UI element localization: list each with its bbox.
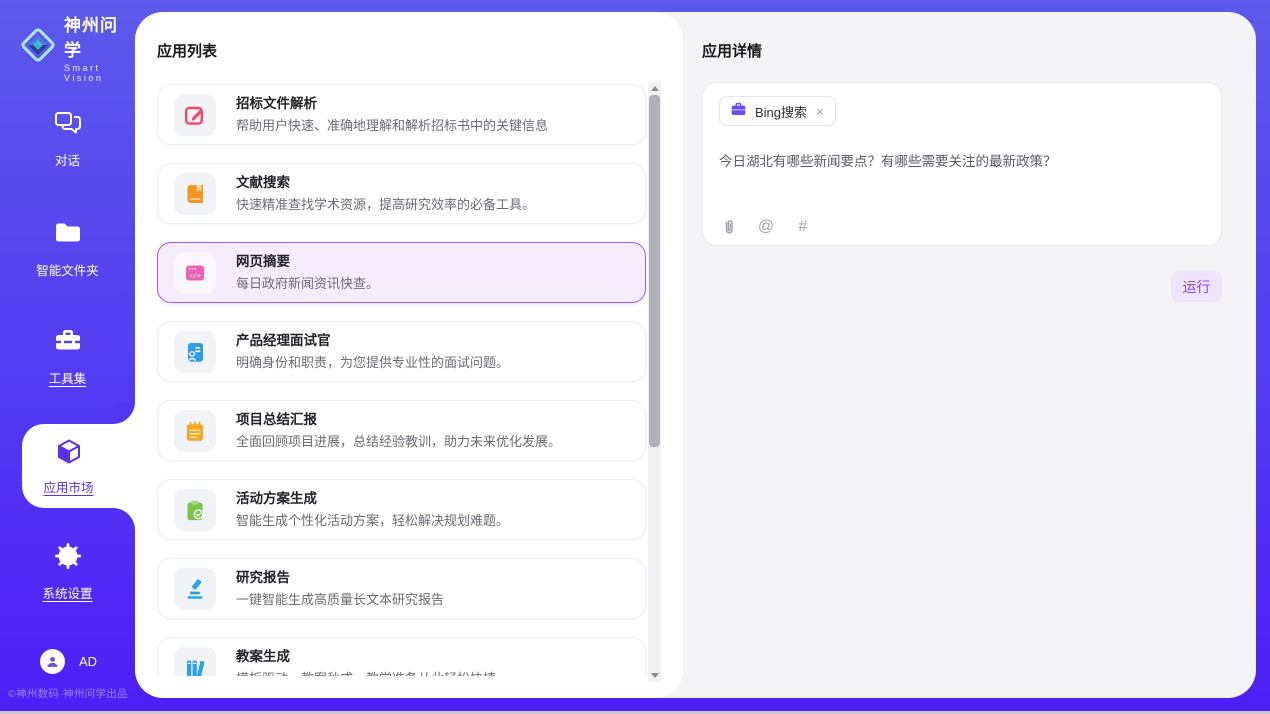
triangle-down-icon [651,673,659,678]
app-list-title: 应用列表 [157,40,217,61]
sidebar: 神州问学 Smart Vision 对话 智能文件夹 [0,0,135,714]
edit-square-icon [174,94,216,136]
app-card-list: 招标文件解析 帮助用户快速、准确地理解和解析招标书中的关键信息 文献搜索 [157,84,646,676]
sidebar-item-app-market[interactable]: 应用市场 [22,424,135,508]
app-detail-title: 应用详情 [702,40,762,61]
brand-logo: 神州问学 Smart Vision [18,11,135,83]
sidebar-item-label: 对话 [55,150,80,169]
diamond-logo-icon [18,25,58,70]
app-desc: 全面回顾项目进展，总结经验教训，助力未来优化发展。 [236,435,561,448]
bubble-fillet-bottom [113,508,135,530]
app-title: 网页摘要 [236,255,379,269]
notepad-icon [174,410,216,452]
scrollbar-track[interactable] [648,82,661,682]
content-area: 应用列表 招标文件解析 帮助用户快速、准确地理解和解析招标书中的关键信息 [135,12,1256,698]
app-title: 产品经理面试官 [236,334,509,348]
app-card-project-summary[interactable]: 项目总结汇报 全面回顾项目进展，总结经验教训，助力未来优化发展。 [157,400,646,461]
bubble-fillet-top [113,402,135,424]
app-card-bid-document-analysis[interactable]: 招标文件解析 帮助用户快速、准确地理解和解析招标书中的关键信息 [157,84,646,145]
app-desc: 明确身份和职责，为您提供专业性的面试问题。 [236,356,509,369]
briefcase-icon [730,101,747,122]
gear-icon [53,541,83,576]
triangle-up-icon [651,86,659,91]
sidebar-item-label: 智能文件夹 [36,260,99,279]
app-title: 项目总结汇报 [236,413,561,427]
scrollbar-thumb[interactable] [649,95,660,447]
brand-name: 神州问学 [64,11,135,61]
scrollbar-up-button[interactable] [648,82,661,95]
app-title: 招标文件解析 [236,97,548,111]
books-icon [174,647,216,677]
copyright-text: ©神州数码·神州问学出品 [8,686,136,701]
avatar [40,649,65,674]
chat-icon [53,108,83,143]
resume-person-icon [174,331,216,373]
query-input[interactable]: 今日湖北有哪些新闻要点？有哪些需要关注的最新政策？ [719,152,1205,172]
svg-text:</>: </> [189,271,201,279]
topic-hash-icon[interactable]: # [793,217,813,237]
app-desc: 一键智能生成高质量长文本研究报告 [236,593,444,606]
composer-toolbar: @ # [719,217,813,237]
app-title: 文献搜索 [236,176,535,190]
app-card-event-plan[interactable]: 活动方案生成 智能生成个性化活动方案，轻松解决规划难题。 [157,479,646,540]
toolbox-icon [53,326,83,361]
app-window: 神州问学 Smart Vision 对话 智能文件夹 [0,0,1270,714]
app-detail-panel: 应用详情 Bing搜索 × 今日湖北有哪些新闻要点？有哪些需要关注的最新政策？ [683,12,1256,698]
app-card-literature-search[interactable]: 文献搜索 快速精准查找学术资源，提高研究效率的必备工具。 [157,163,646,224]
app-desc: 模板驱动，教案秒成，教学准备从此轻松快捷 [236,672,496,676]
sidebar-item-label: 工具集 [49,368,87,387]
sidebar-item-label: 系统设置 [42,583,92,602]
tool-chip-label: Bing搜索 [755,102,807,121]
app-card-pm-interviewer[interactable]: 产品经理面试官 明确身份和职责，为您提供专业性的面试问题。 [157,321,646,382]
run-button[interactable]: 运行 [1171,271,1222,302]
user-account[interactable]: AD [40,649,97,674]
clipboard-check-icon [174,489,216,531]
browser-code-icon: </> [174,252,216,294]
app-desc: 帮助用户快速、准确地理解和解析招标书中的关键信息 [236,119,548,132]
app-list-panel: 应用列表 招标文件解析 帮助用户快速、准确地理解和解析招标书中的关键信息 [135,12,683,698]
sidebar-item-chat[interactable]: 对话 [0,108,135,169]
app-desc: 智能生成个性化活动方案，轻松解决规划难题。 [236,514,509,527]
brand-tagline: Smart Vision [64,63,135,83]
sidebar-item-settings[interactable]: 系统设置 [0,541,135,602]
app-title: 活动方案生成 [236,492,509,506]
folder-icon [53,218,83,253]
sidebar-item-label: 应用市场 [43,477,93,496]
scrollbar-down-button[interactable] [648,669,661,682]
sidebar-item-toolset[interactable]: 工具集 [0,326,135,387]
book-icon [174,173,216,215]
microscope-icon [174,568,216,610]
sidebar-item-smart-folder[interactable]: 智能文件夹 [0,218,135,279]
app-title: 研究报告 [236,571,444,585]
cube-icon [54,437,84,472]
app-card-lesson-plan[interactable]: 教案生成 模板驱动，教案秒成，教学准备从此轻松快捷 [157,637,646,676]
app-desc: 每日政府新闻资讯快查。 [236,277,379,290]
app-desc: 快速精准查找学术资源，提高研究效率的必备工具。 [236,198,535,211]
user-initials: AD [79,654,97,669]
tool-chip-bing-search[interactable]: Bing搜索 × [719,96,836,126]
app-card-web-summary[interactable]: </> 网页摘要 每日政府新闻资讯快查。 [157,242,646,303]
mention-icon[interactable]: @ [756,217,776,237]
close-icon[interactable]: × [815,105,825,118]
paperclip-icon[interactable] [719,217,739,237]
composer-card: Bing搜索 × 今日湖北有哪些新闻要点？有哪些需要关注的最新政策？ @ # [702,82,1222,246]
app-card-research-report[interactable]: 研究报告 一键智能生成高质量长文本研究报告 [157,558,646,619]
app-title: 教案生成 [236,650,496,664]
